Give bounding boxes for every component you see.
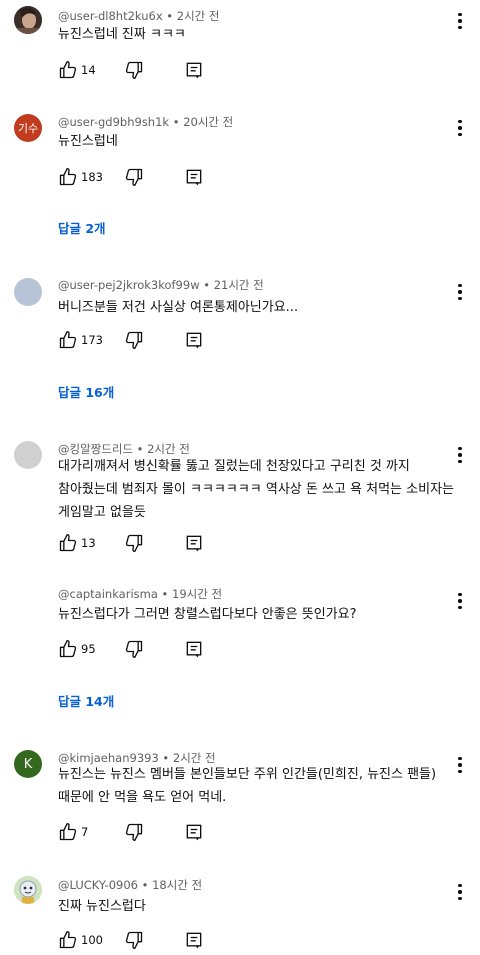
- comment-time: 2시간 전: [176, 9, 220, 23]
- view-replies-link[interactable]: 답글 2개: [58, 218, 106, 237]
- comment-meta: @captainkarisma • 19시간 전: [58, 586, 222, 602]
- thumb-up-icon[interactable]: [58, 639, 78, 659]
- comment-time: 2시간 전: [147, 442, 190, 456]
- comment-actions: 14: [58, 60, 218, 82]
- comment: 기수 @user-gd9bh9sh1k • 20시간 전 뉴진스럽네 183 답…: [0, 108, 480, 238]
- author-handle[interactable]: @captainkarisma: [58, 587, 158, 601]
- thumb-down-icon[interactable]: [124, 639, 144, 659]
- comment: @captainkarisma • 19시간 전 뉴진스럽다가 그러면 창렬스럽…: [0, 580, 480, 710]
- comment-time: 19시간 전: [172, 587, 223, 601]
- thumb-down-icon[interactable]: [124, 930, 144, 950]
- thumb-down-icon[interactable]: [124, 60, 144, 80]
- comment-text-line: 뉴진스럽다가 그러면 창렬스럽다보다 안좋은 뜻인가요?: [58, 607, 357, 622]
- reply-icon[interactable]: [184, 60, 204, 80]
- reply-icon[interactable]: [184, 822, 204, 842]
- comment-text: 뉴진스럽네 진짜 ㅋㅋㅋ: [58, 23, 458, 46]
- comment-time: 20시간 전: [183, 115, 234, 129]
- thumb-up-icon[interactable]: [58, 822, 78, 842]
- avatar[interactable]: 기수: [14, 114, 42, 142]
- comment-text-line: 뉴진스럽네 진짜 ㅋㅋㅋ: [58, 27, 186, 42]
- author-handle[interactable]: @user-gd9bh9sh1k: [58, 115, 169, 129]
- view-replies-link[interactable]: 답글 16개: [58, 382, 114, 401]
- author-handle[interactable]: @user-dl8ht2ku6x: [58, 9, 163, 23]
- meta-separator: •: [132, 442, 148, 456]
- comment-text: 진짜 뉴진스럽다: [58, 895, 458, 918]
- comment: @킹알짱드리드 • 2시간 전 대가리깨져서 병신확률 뚫고 질렀는데 천장있다…: [0, 432, 480, 562]
- thumb-up-icon[interactable]: [58, 930, 78, 950]
- thumb-up-icon[interactable]: [58, 533, 78, 553]
- avatar-text: K: [23, 756, 33, 772]
- avatar[interactable]: [14, 441, 42, 469]
- comment-actions: 7: [58, 822, 218, 844]
- meta-separator: •: [169, 115, 184, 129]
- comment-text-line: 뉴진스는 뉴진스 멤버들 본인들보단 주위 인간들(민희진, 뉴진스 팬들): [58, 767, 437, 782]
- comment-text: 뉴진스럽네: [58, 130, 458, 153]
- reply-icon[interactable]: [184, 167, 204, 187]
- meta-separator: •: [199, 278, 214, 292]
- comment-text-line: 때문에 안 먹을 욕도 얻어 먹네.: [58, 790, 227, 805]
- comment: @LUCKY-0906 • 18시간 전 진짜 뉴진스럽다 100: [0, 870, 480, 955]
- comment: @user-pej2jkrok3kof99w • 21시간 전 버니즈분들 저건…: [0, 270, 480, 400]
- like-count: 173: [81, 333, 103, 347]
- avatar[interactable]: [14, 876, 42, 904]
- avatar-photo-icon: [14, 6, 42, 34]
- thumb-down-icon[interactable]: [124, 330, 144, 350]
- comment-actions: 100: [58, 930, 218, 952]
- meta-separator: •: [162, 9, 177, 23]
- comment-text: 뉴진스는 뉴진스 멤버들 본인들보단 주위 인간들(민희진, 뉴진스 팬들) 때…: [58, 763, 458, 809]
- comment-meta: @user-gd9bh9sh1k • 20시간 전: [58, 114, 233, 130]
- comment: @user-dl8ht2ku6x • 2시간 전 뉴진스럽네 진짜 ㅋㅋㅋ 14: [0, 0, 480, 100]
- thumb-up-icon[interactable]: [58, 330, 78, 350]
- thumb-up-icon[interactable]: [58, 60, 78, 80]
- comment-text-line: 진짜 뉴진스럽다: [58, 899, 146, 914]
- reply-icon[interactable]: [184, 330, 204, 350]
- comment-time: 21시간 전: [213, 278, 264, 292]
- comment-actions: 95: [58, 639, 218, 661]
- comment-actions: 183: [58, 167, 218, 189]
- comment-text: 뉴진스럽다가 그러면 창렬스럽다보다 안좋은 뜻인가요?: [58, 603, 458, 626]
- comment-time: 18시간 전: [152, 878, 203, 892]
- avatar[interactable]: K: [14, 750, 42, 778]
- comment-actions: 13: [58, 533, 218, 555]
- reply-icon[interactable]: [184, 533, 204, 553]
- like-count: 13: [81, 536, 96, 550]
- comment-meta: @user-dl8ht2ku6x • 2시간 전: [58, 8, 219, 24]
- avatar-cartoon-icon: [14, 876, 42, 904]
- avatar[interactable]: [14, 6, 42, 34]
- avatar-text: 기수: [17, 122, 39, 135]
- comment-text: 대가리깨져서 병신확률 뚫고 질렀는데 천장있다고 구리친 것 까지 참아줬는데…: [58, 455, 458, 524]
- meta-separator: •: [138, 878, 153, 892]
- author-handle[interactable]: @킹알짱드리드: [58, 442, 133, 456]
- thumb-down-icon[interactable]: [124, 167, 144, 187]
- view-replies-link[interactable]: 답글 14개: [58, 691, 114, 710]
- thumb-down-icon[interactable]: [124, 822, 144, 842]
- author-handle[interactable]: @user-pej2jkrok3kof99w: [58, 278, 200, 292]
- comment-text-line: 버니즈분들 저건 사실상 여론통제아닌가요...: [58, 300, 299, 315]
- comment: K @kimjaehan9393 • 2시간 전 뉴진스는 뉴진스 멤버들 본인…: [0, 742, 480, 852]
- comment-text: 버니즈분들 저건 사실상 여론통제아닌가요...: [58, 296, 458, 319]
- comment-actions: 173: [58, 330, 218, 352]
- comment-meta: @LUCKY-0906 • 18시간 전: [58, 877, 202, 893]
- like-count: 14: [81, 63, 96, 77]
- meta-separator: •: [157, 587, 172, 601]
- comment-text-line: 대가리깨져서 병신확률 뚫고 질렀는데 천장있다고 구리친 것 까지: [58, 459, 410, 474]
- reply-icon[interactable]: [184, 639, 204, 659]
- avatar[interactable]: [14, 278, 42, 306]
- like-count: 7: [81, 825, 89, 839]
- thumb-up-icon[interactable]: [58, 167, 78, 187]
- comment-text-line: 뉴진스럽네: [58, 134, 118, 149]
- comment-meta: @user-pej2jkrok3kof99w • 21시간 전: [58, 277, 264, 293]
- thumb-down-icon[interactable]: [124, 533, 144, 553]
- comment-text-line: 참아줬는데 범죄자 몰이 ㅋㅋㅋㅋㅋㅋ 역사상 돈 쓰고 욕 처먹는 소비자는: [58, 482, 454, 497]
- comment-text-line: 게임말고 없을듯: [58, 505, 146, 520]
- reply-icon[interactable]: [184, 930, 204, 950]
- author-handle[interactable]: @LUCKY-0906: [58, 878, 138, 892]
- like-count: 95: [81, 642, 96, 656]
- like-count: 100: [81, 933, 103, 947]
- like-count: 183: [81, 170, 103, 184]
